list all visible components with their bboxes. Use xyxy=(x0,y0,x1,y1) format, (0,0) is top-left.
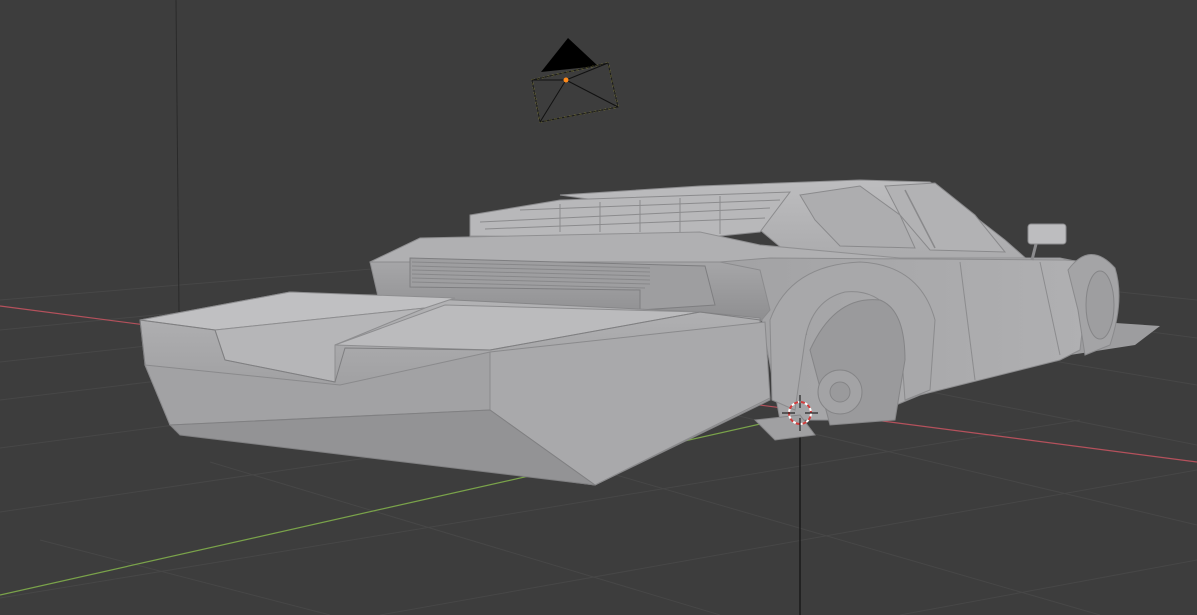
camera-origin-icon xyxy=(563,77,569,83)
front-wheel xyxy=(1085,270,1115,340)
side-mirror xyxy=(1027,223,1067,245)
3d-viewport[interactable] xyxy=(0,0,1197,615)
viewport-canvas[interactable] xyxy=(0,0,1197,615)
rear-hub-cap xyxy=(829,381,851,403)
